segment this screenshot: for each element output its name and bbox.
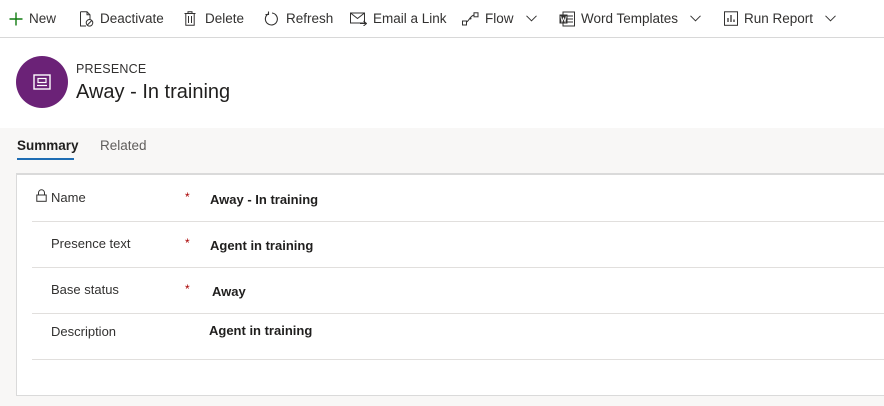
command-bar: New Deactivate Delete Refresh Email a Li… xyxy=(0,0,884,38)
name-field[interactable]: Away - In training xyxy=(210,192,318,207)
word-icon xyxy=(559,11,575,26)
tab-content-area: Summary Related Name * Away - In trainin… xyxy=(0,128,884,406)
new-button-label: New xyxy=(29,11,57,26)
presence-entity-icon xyxy=(33,74,51,90)
run-report-button-label: Run Report xyxy=(744,11,814,26)
chevron-down-icon xyxy=(690,15,701,22)
field-row-description: Description Agent in training xyxy=(32,313,884,360)
presence-text-field[interactable]: Agent in training xyxy=(210,238,313,253)
report-icon xyxy=(724,11,738,26)
flow-button[interactable]: Flow xyxy=(462,0,537,37)
record-header: PRESENCE Away - In training xyxy=(0,38,884,128)
entity-type-label: PRESENCE xyxy=(76,62,147,76)
deactivate-button-label: Deactivate xyxy=(100,11,164,26)
plus-icon xyxy=(9,12,23,25)
summary-form-card: Name * Away - In training Presence text … xyxy=(16,173,884,396)
email-a-link-button-label: Email a Link xyxy=(373,11,447,26)
required-indicator: * xyxy=(185,282,190,296)
presence-text-label: Presence text xyxy=(51,236,131,251)
email-a-link-button[interactable]: Email a Link xyxy=(350,0,447,37)
name-label: Name xyxy=(51,190,86,205)
lock-icon xyxy=(36,189,47,202)
refresh-icon xyxy=(264,11,278,25)
new-button[interactable]: New xyxy=(9,0,56,37)
deactivate-button[interactable]: Deactivate xyxy=(79,0,164,37)
required-indicator: * xyxy=(185,190,190,204)
email-link-icon xyxy=(350,12,367,26)
required-indicator: * xyxy=(185,236,190,250)
field-row-presence-text: Presence text * Agent in training xyxy=(32,221,884,268)
deactivate-document-icon xyxy=(80,10,94,27)
trash-icon xyxy=(184,11,196,26)
word-templates-button-label: Word Templates xyxy=(581,11,679,26)
refresh-button[interactable]: Refresh xyxy=(264,0,333,37)
tab-summary[interactable]: Summary xyxy=(17,138,79,153)
active-tab-indicator xyxy=(17,158,74,160)
description-field[interactable]: Agent in training xyxy=(209,323,312,338)
word-templates-button[interactable]: Word Templates xyxy=(559,0,701,37)
description-label: Description xyxy=(51,324,117,339)
flow-icon xyxy=(462,11,479,25)
tab-related[interactable]: Related xyxy=(100,138,147,153)
flow-button-label: Flow xyxy=(485,11,514,26)
record-title: Away - In training xyxy=(76,81,231,103)
refresh-button-label: Refresh xyxy=(286,11,334,26)
run-report-button[interactable]: Run Report xyxy=(724,0,836,37)
base-status-field[interactable]: Away xyxy=(212,284,246,299)
field-row-base-status: Base status * Away xyxy=(32,267,884,314)
entity-avatar xyxy=(16,56,68,108)
chevron-down-icon xyxy=(525,15,537,22)
delete-button[interactable]: Delete xyxy=(184,0,244,37)
delete-button-label: Delete xyxy=(205,11,245,26)
base-status-label: Base status xyxy=(51,282,119,297)
field-row-name: Name * Away - In training xyxy=(32,175,884,222)
chevron-down-icon xyxy=(825,15,836,22)
